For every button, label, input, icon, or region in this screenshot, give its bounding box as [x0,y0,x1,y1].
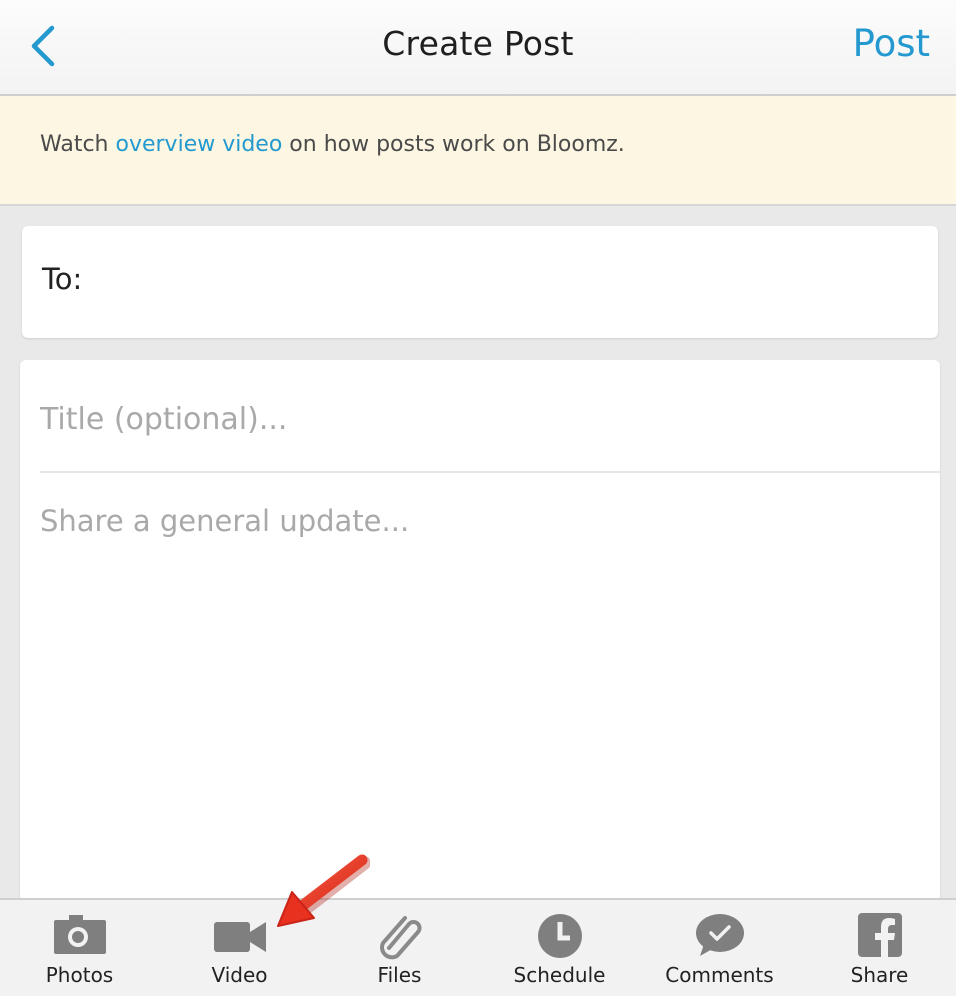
page-title: Create Post [382,24,574,63]
video-label: Video [211,963,268,987]
recipients-input[interactable] [102,250,926,312]
video-camera-icon [213,922,266,952]
camera-icon [53,915,106,954]
comment-check-icon [695,914,744,956]
banner-prefix: Watch [40,132,116,157]
recipients-card[interactable]: To: [22,226,938,338]
share-label: Share [850,963,909,987]
overview-video-link[interactable]: overview video [116,132,283,157]
paperclip-icon [379,916,421,960]
comments-button[interactable]: Comments [640,900,799,996]
compose-card [20,360,940,920]
attachment-toolbar: Photos Video Files Schedule Comments Sha… [0,898,956,996]
post-button[interactable]: Post [853,22,930,65]
files-label: Files [377,963,422,987]
post-body-input[interactable] [38,502,922,886]
info-banner: Watch overview video on how posts work o… [0,96,956,206]
schedule-button[interactable]: Schedule [480,900,639,996]
photos-button[interactable]: Photos [0,900,159,996]
to-label: To: [42,262,83,296]
navigation-bar: Create Post Post [0,0,956,96]
post-title-input[interactable] [38,388,922,450]
divider [40,471,940,473]
photos-label: Photos [45,963,114,987]
schedule-label: Schedule [513,963,606,987]
red-arrow-icon [277,854,370,927]
banner-suffix: on how posts work on Bloomz. [282,132,625,157]
share-button[interactable]: Share [800,900,956,996]
comments-label: Comments [665,963,774,987]
facebook-icon [857,913,902,957]
clock-icon [537,914,582,958]
banner-text: Watch overview video on how posts work o… [40,132,625,157]
